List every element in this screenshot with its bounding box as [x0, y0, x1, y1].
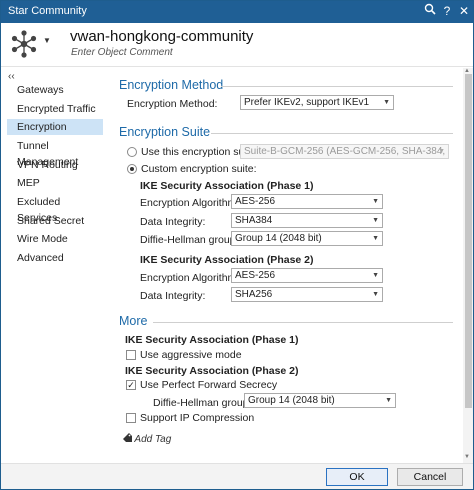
section-divider — [153, 322, 453, 323]
chevron-down-icon: ▼ — [372, 291, 379, 298]
object-comment-field[interactable]: Enter Object Comment — [71, 47, 173, 58]
encryption-suite-value: Suite-B-GCM-256 (AES-GCM-256, SHA-384, E… — [244, 146, 448, 157]
section-divider — [211, 133, 453, 134]
dialog-window: Star Community ? ✕ ▼ vwan-hongkong-commu… — [0, 0, 474, 490]
scroll-down-icon[interactable]: ▼ — [464, 454, 470, 460]
aggressive-mode-checkbox[interactable] — [126, 350, 136, 360]
phase2-title: IKE Security Association (Phase 2) — [140, 254, 314, 266]
chevron-down-icon[interactable]: ▼ — [43, 36, 51, 45]
encryption-page: Encryption Method Encryption Method: Pre… — [107, 68, 463, 463]
encryption-method-select[interactable]: Prefer IKEv2, support IKEv1 ▼ — [240, 95, 394, 110]
object-name[interactable]: vwan-hongkong-community — [70, 28, 253, 45]
sidebar-item-encrypted-traffic[interactable]: Encrypted Traffic — [7, 101, 103, 117]
object-header: ▼ vwan-hongkong-community Enter Object C… — [1, 23, 473, 67]
ip-compression-label: Support IP Compression — [140, 412, 255, 424]
phase2-integrity-select[interactable]: SHA256 ▼ — [231, 287, 383, 302]
ip-compression-checkbox[interactable] — [126, 413, 136, 423]
phase1-dh-select[interactable]: Group 14 (2048 bit) ▼ — [231, 231, 383, 246]
phase1-encryption-label: Encryption Algorithm: — [140, 197, 240, 209]
custom-suite-radio[interactable] — [127, 164, 137, 174]
scrollbar-thumb[interactable] — [465, 74, 472, 408]
title-bar[interactable]: Star Community ? ✕ — [1, 1, 473, 23]
help-icon[interactable]: ? — [439, 3, 455, 19]
sidebar-item-gateways[interactable]: Gateways — [7, 82, 103, 98]
encryption-suite-select[interactable]: Suite-B-GCM-256 (AES-GCM-256, SHA-384, E… — [240, 144, 449, 159]
phase1-encryption-select[interactable]: AES-256 ▼ — [231, 194, 383, 209]
sidebar-item-wire-mode[interactable]: Wire Mode — [7, 231, 103, 247]
phase1-dh-value: Group 14 (2048 bit) — [235, 233, 322, 244]
phase2-integrity-label: Data Integrity: — [140, 290, 206, 302]
sidebar: ‹‹ Gateways Encrypted Traffic Encryption… — [1, 68, 105, 463]
encryption-method-label: Encryption Method: — [127, 98, 218, 110]
more-phase2-title: IKE Security Association (Phase 2) — [125, 365, 299, 377]
encryption-method-value: Prefer IKEv2, support IKEv1 — [244, 97, 370, 108]
sidebar-item-shared-secret[interactable]: Shared Secret — [7, 213, 103, 229]
sidebar-item-mep[interactable]: MEP — [7, 175, 103, 191]
chevron-down-icon: ▼ — [372, 272, 379, 279]
cancel-button[interactable]: Cancel — [397, 468, 463, 486]
pfs-dh-select[interactable]: Group 14 (2048 bit) ▼ — [244, 393, 396, 408]
tag-icon — [123, 433, 134, 445]
phase1-title: IKE Security Association (Phase 1) — [140, 180, 314, 192]
sidebar-item-vpn-routing[interactable]: VPN Routing — [7, 157, 103, 173]
phase2-integrity-value: SHA256 — [235, 289, 273, 300]
phase1-dh-label: Diffie-Hellman group: — [140, 234, 239, 246]
phase1-integrity-label: Data Integrity: — [140, 216, 206, 228]
aggressive-mode-label: Use aggressive mode — [140, 349, 242, 361]
phase1-integrity-select[interactable]: SHA384 ▼ — [231, 213, 383, 228]
sidebar-item-encryption[interactable]: Encryption — [7, 119, 103, 135]
pfs-checkbox[interactable]: ✓ — [126, 380, 136, 390]
add-tag-button[interactable]: Add Tag — [123, 433, 171, 445]
phase1-integrity-value: SHA384 — [235, 215, 273, 226]
window-title: Star Community — [8, 5, 87, 17]
section-title-more: More — [119, 314, 148, 328]
pfs-dh-label: Diffie-Hellman group: — [153, 397, 252, 409]
chevron-down-icon: ▼ — [372, 217, 379, 224]
close-icon[interactable]: ✕ — [456, 3, 472, 19]
section-divider — [221, 86, 453, 87]
phase1-encryption-value: AES-256 — [235, 196, 276, 207]
star-community-icon — [9, 29, 39, 59]
collapse-sidebar-icon[interactable]: ‹‹ — [8, 71, 15, 82]
vertical-scrollbar[interactable]: ▲ ▼ — [463, 68, 473, 463]
custom-suite-label: Custom encryption suite: — [141, 163, 257, 175]
phase2-encryption-value: AES-256 — [235, 270, 276, 281]
sidebar-item-excluded-services[interactable]: Excluded Services — [7, 194, 103, 224]
sidebar-item-advanced[interactable]: Advanced — [7, 250, 103, 266]
chevron-down-icon: ▼ — [383, 99, 390, 106]
add-tag-label: Add Tag — [134, 434, 172, 445]
more-phase1-title: IKE Security Association (Phase 1) — [125, 334, 299, 346]
section-title-encryption-suite: Encryption Suite — [119, 125, 211, 139]
chevron-down-icon: ▼ — [438, 148, 445, 155]
sidebar-item-tunnel-management[interactable]: Tunnel Management — [7, 138, 103, 168]
chevron-down-icon: ▼ — [372, 235, 379, 242]
phase2-encryption-label: Encryption Algorithm: — [140, 272, 240, 284]
chevron-down-icon: ▼ — [385, 397, 392, 404]
use-suite-radio[interactable] — [127, 147, 137, 157]
chevron-down-icon: ▼ — [372, 198, 379, 205]
phase2-encryption-select[interactable]: AES-256 ▼ — [231, 268, 383, 283]
section-title-encryption-method: Encryption Method — [119, 78, 224, 92]
dialog-footer: OK Cancel — [1, 463, 473, 489]
ok-button[interactable]: OK — [326, 468, 388, 486]
pfs-dh-value: Group 14 (2048 bit) — [248, 395, 335, 406]
pfs-label: Use Perfect Forward Secrecy — [140, 379, 278, 391]
search-icon[interactable] — [422, 3, 438, 19]
